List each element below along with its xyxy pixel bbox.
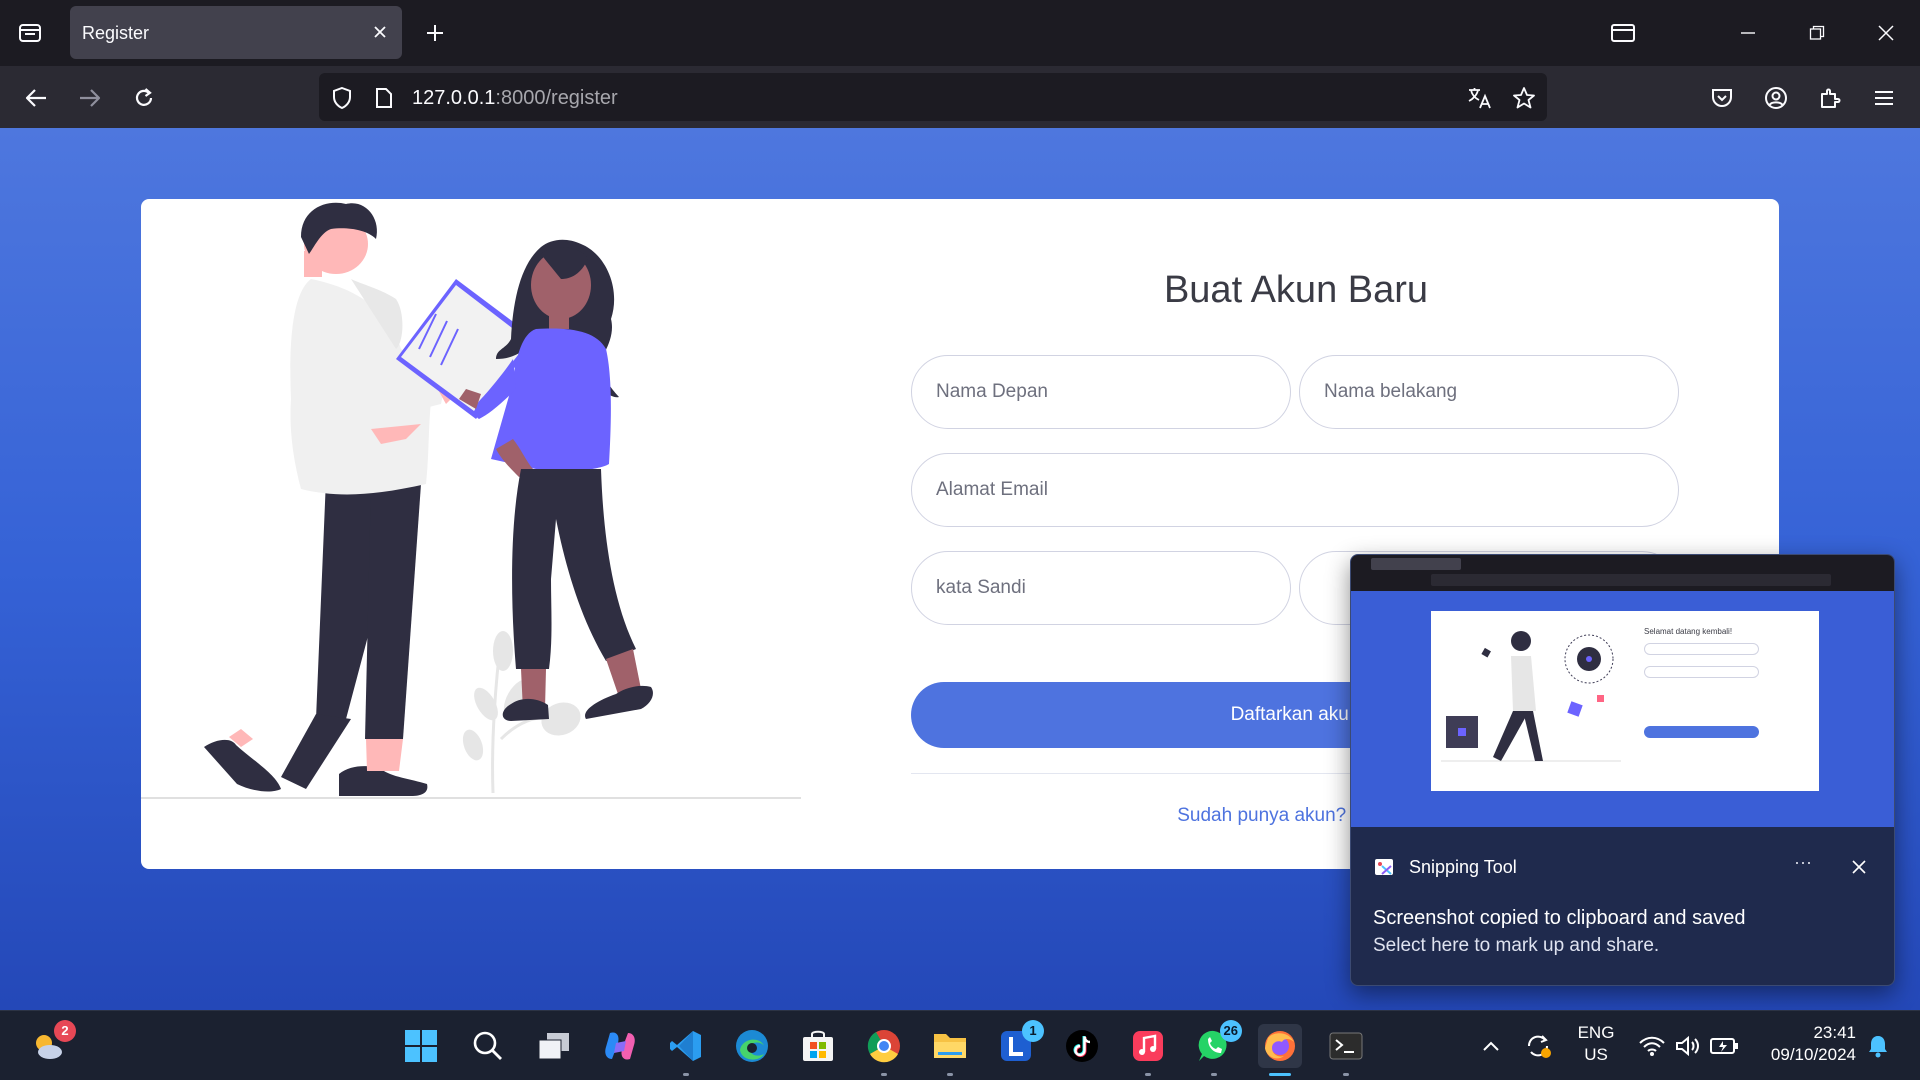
weather-badge: 2 <box>54 1020 76 1042</box>
preview-input <box>1644 643 1759 655</box>
url-text[interactable]: 127.0.0.1:8000/register <box>412 87 618 110</box>
address-bar[interactable]: 127.0.0.1:8000/register <box>319 73 1547 121</box>
preview-browser-chrome <box>1351 555 1894 591</box>
clock-time: 23:41 <box>1813 1023 1856 1042</box>
sync-icon[interactable] <box>1516 1024 1560 1068</box>
extensions-icon[interactable] <box>1812 80 1848 116</box>
file-explorer-icon[interactable] <box>928 1024 972 1076</box>
password-field[interactable] <box>911 551 1291 625</box>
account-icon[interactable] <box>1758 80 1794 116</box>
tab-title: Register <box>82 23 150 43</box>
running-indicator <box>881 1073 887 1076</box>
running-indicator <box>1343 1073 1349 1076</box>
terminal-icon[interactable] <box>1324 1024 1368 1076</box>
preview-card: Selamat datang kembali! <box>1431 611 1819 791</box>
reload-icon[interactable] <box>126 80 162 116</box>
tab-register[interactable]: Register <box>70 6 402 59</box>
lark-icon[interactable]: 1 <box>994 1020 1044 1068</box>
pocket-icon[interactable] <box>1704 80 1740 116</box>
chevron-up-icon[interactable] <box>1469 1024 1513 1068</box>
shield-icon[interactable] <box>329 85 355 111</box>
running-indicator <box>683 1073 689 1076</box>
tab-groups-icon[interactable] <box>1603 14 1643 52</box>
language-indicator[interactable]: ENG US <box>1568 1023 1624 1065</box>
running-indicator <box>1269 1073 1291 1076</box>
tiktok-icon[interactable] <box>1060 1024 1104 1068</box>
preview-tab <box>1371 558 1461 570</box>
toast-app-name: Snipping Tool <box>1409 856 1517 877</box>
copilot-icon[interactable] <box>598 1024 642 1068</box>
preview-urlbar <box>1431 574 1831 586</box>
store-icon[interactable] <box>796 1024 840 1068</box>
firefox-icon[interactable] <box>1258 1024 1302 1076</box>
whatsapp-icon[interactable]: 26 <box>1192 1020 1242 1076</box>
translate-icon[interactable] <box>1467 85 1493 111</box>
whatsapp-badge: 26 <box>1219 1020 1242 1042</box>
keyboard-layout: US <box>1584 1045 1608 1064</box>
start-icon[interactable] <box>399 1024 443 1068</box>
running-indicator <box>1145 1073 1151 1076</box>
forward-icon[interactable] <box>72 80 108 116</box>
clock-date: 09/10/2024 <box>1770 1045 1856 1064</box>
taskbar: 2 1 26 ENG US 23:41 09/10/2024 <box>0 1010 1920 1080</box>
tab-bar: Register <box>0 0 1920 66</box>
vscode-icon[interactable] <box>664 1024 708 1076</box>
page-title: Buat Akun Baru <box>1163 269 1429 311</box>
snipping-tool-toast[interactable]: Selamat datang kembali! Snipping Tool ··… <box>1350 554 1895 986</box>
screenshot-preview[interactable]: Selamat datang kembali! <box>1351 555 1894 827</box>
toast-header: Snipping Tool <box>1373 855 1517 879</box>
last-name-input[interactable] <box>1300 356 1678 428</box>
running-indicator <box>1211 1073 1217 1076</box>
more-options-icon[interactable]: ··· <box>1788 851 1818 881</box>
close-window-icon[interactable] <box>1866 14 1906 52</box>
new-tab-icon[interactable] <box>420 18 450 48</box>
url-host: 127.0.0.1 <box>412 87 496 109</box>
first-name-input[interactable] <box>912 356 1290 428</box>
apple-music-icon[interactable] <box>1126 1024 1170 1076</box>
tab-list-icon[interactable] <box>14 17 46 49</box>
url-path: :8000/register <box>495 87 618 109</box>
weather-icon[interactable]: 2 <box>26 1020 76 1068</box>
menu-icon[interactable] <box>1866 80 1902 116</box>
close-tab-icon[interactable] <box>368 20 392 44</box>
preview-input <box>1644 666 1759 678</box>
notification-bell-icon[interactable] <box>1856 1024 1900 1068</box>
last-name-field[interactable] <box>1299 355 1679 429</box>
clock[interactable]: 23:41 09/10/2024 <box>1752 1023 1856 1065</box>
language-code: ENG <box>1577 1023 1615 1042</box>
bookmark-star-icon[interactable] <box>1511 85 1537 111</box>
close-toast-icon[interactable] <box>1845 853 1873 881</box>
email-field[interactable] <box>911 453 1679 527</box>
edge-icon[interactable] <box>730 1024 774 1068</box>
preview-illustration <box>1441 631 1621 762</box>
man-figure <box>204 202 466 796</box>
email-input[interactable] <box>912 454 1678 526</box>
password-input[interactable] <box>912 552 1290 624</box>
restore-icon[interactable] <box>1797 14 1837 52</box>
back-icon[interactable] <box>18 80 54 116</box>
nav-bar: 127.0.0.1:8000/register <box>0 66 1920 128</box>
first-name-field[interactable] <box>911 355 1291 429</box>
task-view-icon[interactable] <box>532 1024 576 1068</box>
running-indicator <box>947 1073 953 1076</box>
search-icon[interactable] <box>466 1024 510 1068</box>
minimize-icon[interactable] <box>1728 14 1768 52</box>
lark-badge: 1 <box>1022 1020 1044 1042</box>
preview-button <box>1644 726 1759 738</box>
toast-message: Screenshot copied to clipboard and saved <box>1373 907 1746 929</box>
battery-icon[interactable] <box>1702 1024 1746 1068</box>
snipping-tool-icon <box>1375 859 1393 875</box>
preview-title: Selamat datang kembali! <box>1644 627 1733 636</box>
register-illustration <box>141 202 801 799</box>
toast-subtext: Select here to mark up and share. <box>1373 935 1660 956</box>
chrome-icon[interactable] <box>862 1024 906 1076</box>
page-icon[interactable] <box>371 85 397 111</box>
